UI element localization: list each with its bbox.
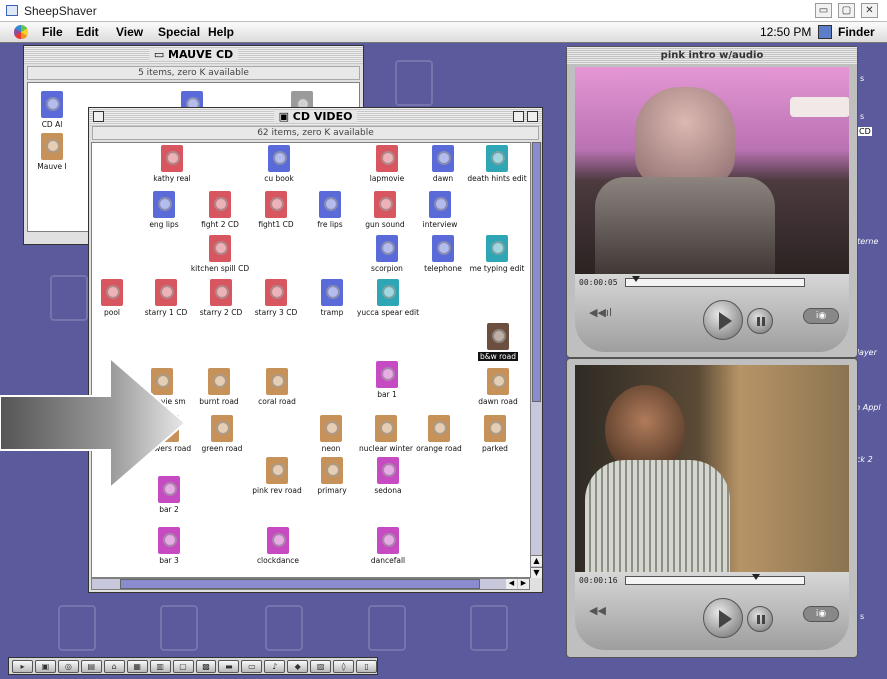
movie-file-icon[interactable]: parked (455, 415, 535, 453)
close-box-icon[interactable] (93, 111, 104, 122)
movie-window-2[interactable]: 00:00:16 ◀◀ i◉ (566, 358, 858, 658)
playhead[interactable] (752, 574, 760, 580)
movie-file-icon[interactable]: death hints edit (457, 145, 537, 183)
menu-special[interactable]: Special (158, 25, 200, 39)
menu-app-finder[interactable]: Finder (838, 25, 875, 39)
timecode: 00:00:05 (579, 278, 618, 287)
collapse-box-icon[interactable] (527, 111, 538, 122)
scroll-down-arrow-icon[interactable]: ▼ (531, 567, 542, 578)
zoom-box-icon[interactable] (513, 111, 524, 122)
playhead[interactable] (632, 276, 640, 282)
scroll-right-arrow-icon[interactable]: ▶ (518, 579, 529, 589)
desktop-label[interactable]: s (860, 612, 864, 621)
desktop-label[interactable]: ck 2 (856, 455, 873, 464)
movie-file-icon[interactable]: me typing edit (457, 235, 537, 273)
control-strip-item[interactable]: ◎ (57, 659, 79, 673)
arrow-overlay-icon (0, 358, 187, 488)
control-strip-item[interactable]: ◊ (333, 659, 355, 673)
host-title: SheepShaver (24, 4, 97, 18)
info-button[interactable]: i◉ (803, 606, 839, 622)
info-button[interactable]: i◉ (803, 308, 839, 324)
movie-title[interactable]: pink intro w/audio (567, 47, 857, 64)
timeline-slider[interactable] (625, 574, 805, 585)
file-icon-mauve[interactable]: Mauve I (12, 133, 92, 171)
play-button[interactable] (703, 598, 743, 638)
mauve-cd-info: 5 items, zero K available (27, 66, 360, 80)
play-button[interactable] (703, 300, 743, 340)
control-strip-item[interactable]: ⌂ (103, 659, 125, 673)
mauve-cd-title: ▭ MAUVE CD (148, 48, 239, 61)
apple-menu-icon[interactable] (14, 25, 28, 39)
control-strip-item[interactable]: ◆ (287, 659, 309, 673)
movie-file-icon[interactable]: interview (400, 191, 480, 229)
control-strip-item[interactable]: ▭ (241, 659, 263, 673)
movie-controller: 00:00:16 ◀◀ i◉ (575, 572, 849, 650)
control-strip-item[interactable]: ▣ (34, 659, 56, 673)
menu-view[interactable]: View (116, 25, 143, 39)
control-strip-item[interactable]: ▢ (172, 659, 194, 673)
desktop-label[interactable]: s (860, 74, 864, 83)
pause-button[interactable] (747, 606, 773, 632)
menu-help[interactable]: Help (208, 25, 234, 39)
horizontal-scrollbar[interactable]: ◀ ▶ (91, 578, 530, 590)
menu-clock[interactable]: 12:50 PM (760, 25, 811, 39)
control-strip-item[interactable]: ▬ (218, 659, 240, 673)
movie-file-icon[interactable]: bar 3 (129, 527, 209, 565)
scroll-left-arrow-icon[interactable]: ◀ (506, 579, 517, 589)
movie-file-icon[interactable]: kathy real (132, 145, 212, 183)
volume-icon[interactable]: ◀◀ (589, 604, 606, 617)
movie-window-pink-intro[interactable]: pink intro w/audio 00:00:05 ◀◀ıl i◉ (566, 46, 858, 358)
desktop-label[interactable]: s (860, 112, 864, 121)
movie-file-icon[interactable]: dawn road (458, 368, 538, 406)
finder-icon (818, 25, 832, 39)
cd-video-titlebar[interactable]: ▣ CD VIDEO (89, 108, 542, 126)
cd-video-title: ▣ CD VIDEO (273, 110, 358, 123)
cd-video-info: 62 items, zero K available (92, 126, 539, 140)
timeline-slider[interactable] (625, 276, 805, 287)
close-button[interactable]: ✕ (861, 3, 878, 18)
control-strip-item[interactable]: ▯ (356, 659, 377, 673)
scroll-thumb[interactable] (532, 142, 541, 402)
control-strip-item[interactable]: ♪ (264, 659, 286, 673)
control-strip-item[interactable]: ▩ (195, 659, 217, 673)
vertical-scrollbar[interactable]: ▲ ▼ (530, 142, 542, 578)
desktop-label[interactable]: CD (858, 127, 872, 136)
control-strip-item[interactable]: ▦ (126, 659, 148, 673)
movie-frame (575, 365, 849, 572)
timecode: 00:00:16 (579, 576, 618, 585)
movie-file-icon[interactable]: clockdance (238, 527, 318, 565)
scroll-up-arrow-icon[interactable]: ▲ (531, 555, 542, 566)
movie-file-icon[interactable]: kitchen spill CD (180, 235, 260, 273)
movie-file-icon[interactable]: coral road (237, 368, 317, 406)
control-strip-item[interactable]: ▸ (12, 659, 33, 673)
menu-bar: File Edit View Special Help 12:50 PM Fin… (0, 22, 887, 43)
minimize-button[interactable]: ▭ (815, 3, 832, 18)
movie-file-icon[interactable]: cu book (239, 145, 319, 183)
hscroll-thumb[interactable] (120, 579, 480, 589)
control-strip-item[interactable]: ▨ (310, 659, 332, 673)
pause-button[interactable] (747, 308, 773, 334)
movie-file-icon[interactable]: dancefall (348, 527, 428, 565)
control-strip[interactable]: ▸ ▣ ◎ ▤ ⌂ ▦ ▥ ▢ ▩ ▬ ▭ ♪ ◆ ▨ ◊ ▯ (8, 657, 378, 675)
sheepshaver-icon (6, 5, 18, 16)
movie-file-icon[interactable]: green road (182, 415, 262, 453)
movie-file-icon[interactable]: bar 1 (347, 361, 427, 399)
menu-file[interactable]: File (42, 25, 63, 39)
movie-frame (575, 67, 849, 274)
host-titlebar: SheepShaver ▭ ▢ ✕ (0, 0, 887, 22)
control-strip-item[interactable]: ▥ (149, 659, 171, 673)
control-strip-item[interactable]: ▤ (80, 659, 102, 673)
movie-file-icon[interactable]: yucca spear edit (348, 279, 428, 317)
movie-file-icon[interactable]: sedona (348, 457, 428, 495)
menu-edit[interactable]: Edit (76, 25, 99, 39)
volume-icon[interactable]: ◀◀ıl (589, 306, 612, 319)
cd-video-window[interactable]: ▣ CD VIDEO 62 items, zero K available ka… (88, 107, 543, 593)
mauve-cd-titlebar[interactable]: ▭ MAUVE CD (24, 46, 363, 64)
movie-file-icon-selected[interactable]: b&w road (458, 323, 538, 362)
maximize-button[interactable]: ▢ (838, 3, 855, 18)
movie-controller: 00:00:05 ◀◀ıl i◉ (575, 274, 849, 352)
folder-icon-cd-al[interactable]: CD Al (12, 91, 92, 129)
